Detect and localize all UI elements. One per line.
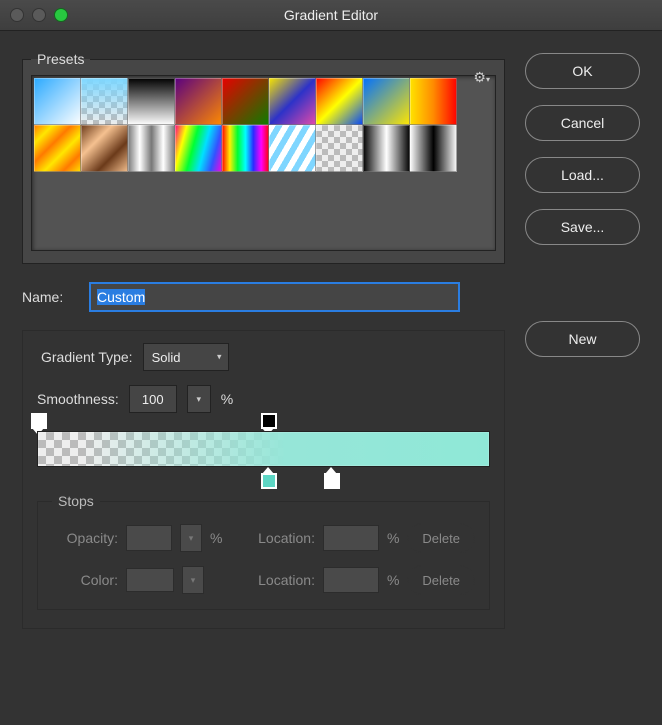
stops-panel: Stops Opacity: ▾ % Location: % Delete Co…	[37, 493, 490, 610]
gradient-type-value: Solid	[152, 350, 181, 365]
minimize-window-icon[interactable]	[32, 8, 46, 22]
location-unit: %	[387, 572, 399, 588]
close-window-icon[interactable]	[10, 8, 24, 22]
chevron-down-icon: ▾	[217, 352, 222, 363]
save-button[interactable]: Save...	[525, 209, 640, 245]
location-unit: %	[387, 530, 399, 546]
location-input	[323, 525, 379, 551]
presets-grid[interactable]	[31, 75, 496, 251]
gradient-editor[interactable]	[37, 431, 490, 467]
color-stop[interactable]	[324, 467, 338, 489]
chevron-down-icon: ▾	[196, 394, 201, 405]
stops-legend: Stops	[52, 493, 100, 509]
gradient-bar[interactable]	[37, 431, 490, 467]
opacity-stop-swatch	[31, 413, 47, 429]
opacity-label: Opacity:	[52, 530, 118, 546]
presets-legend: Presets	[31, 51, 90, 67]
gear-icon[interactable]: ⚙▾	[473, 69, 490, 86]
opacity-input	[126, 525, 172, 551]
preset-swatch[interactable]	[175, 125, 222, 172]
preset-swatch[interactable]	[410, 125, 457, 172]
color-stepper: ▾	[182, 566, 204, 594]
location-label: Location:	[258, 530, 315, 546]
presets-panel: Presets ⚙▾	[22, 51, 505, 264]
preset-swatch[interactable]	[316, 78, 363, 125]
opacity-unit: %	[210, 530, 222, 546]
ok-button[interactable]: OK	[525, 53, 640, 89]
location-label: Location:	[258, 572, 315, 588]
chevron-down-icon: ▾	[189, 533, 194, 544]
preset-swatch[interactable]	[222, 78, 269, 125]
title-bar: Gradient Editor	[0, 0, 662, 31]
preset-swatch[interactable]	[363, 125, 410, 172]
preset-swatch[interactable]	[175, 78, 222, 125]
gradient-type-label: Gradient Type:	[41, 349, 133, 365]
smoothness-unit: %	[221, 391, 233, 407]
new-button[interactable]: New	[525, 321, 640, 357]
preset-swatch[interactable]	[34, 125, 81, 172]
opacity-stepper: ▾	[180, 524, 202, 552]
preset-swatch[interactable]	[269, 78, 316, 125]
delete-color-stop-button: Delete	[407, 565, 475, 595]
smoothness-input[interactable]	[129, 385, 177, 413]
name-label: Name:	[22, 289, 77, 305]
preset-swatch[interactable]	[128, 78, 175, 125]
color-well	[126, 568, 174, 592]
location-input	[323, 567, 379, 593]
smoothness-stepper[interactable]: ▾	[187, 385, 211, 413]
preset-swatch[interactable]	[363, 78, 410, 125]
preset-swatch[interactable]	[81, 125, 128, 172]
preset-swatch[interactable]	[222, 125, 269, 172]
smoothness-label: Smoothness:	[37, 391, 119, 407]
preset-swatch[interactable]	[34, 78, 81, 125]
preset-swatch[interactable]	[410, 78, 457, 125]
preset-swatch[interactable]	[316, 125, 363, 172]
opacity-stop-swatch	[261, 413, 277, 429]
color-label: Color:	[52, 572, 118, 588]
name-input[interactable]	[89, 282, 460, 312]
preset-swatch[interactable]	[81, 78, 128, 125]
delete-opacity-stop-button: Delete	[407, 523, 475, 553]
color-stop-swatch	[261, 473, 277, 489]
preset-swatch[interactable]	[128, 125, 175, 172]
chevron-down-icon: ▾	[191, 575, 196, 586]
color-stop[interactable]	[261, 467, 275, 489]
preset-swatch[interactable]	[269, 125, 316, 172]
zoom-window-icon[interactable]	[54, 8, 68, 22]
window-title: Gradient Editor	[0, 0, 662, 30]
cancel-button[interactable]: Cancel	[525, 105, 640, 141]
load-button[interactable]: Load...	[525, 157, 640, 193]
window-controls	[10, 8, 68, 22]
gradient-type-select[interactable]: Solid ▾	[143, 343, 229, 371]
gradient-panel: Gradient Type: Solid ▾ Smoothness: ▾ %	[22, 330, 505, 629]
color-stop-swatch	[324, 473, 340, 489]
